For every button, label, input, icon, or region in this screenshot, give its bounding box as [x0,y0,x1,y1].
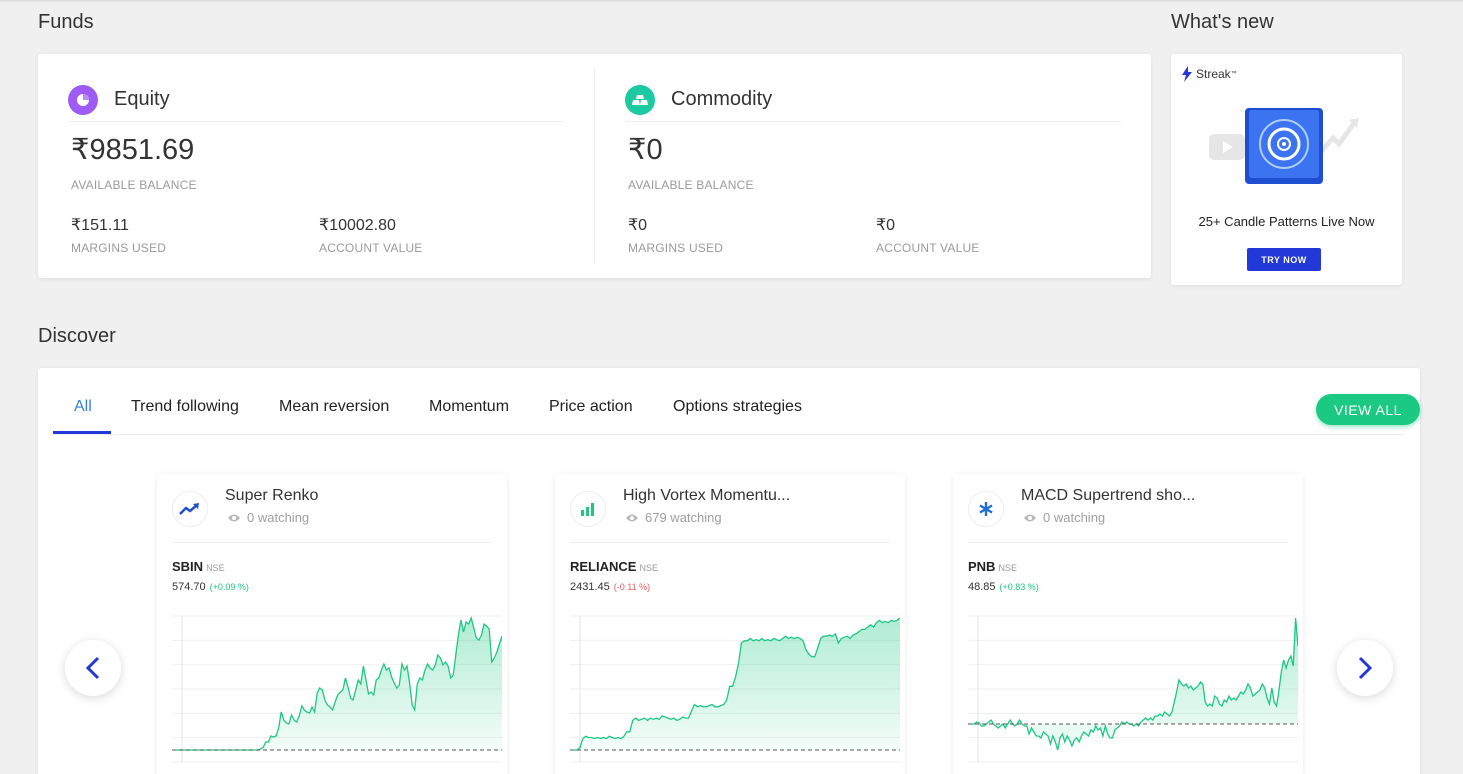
equity-balance-label: AVAILABLE BALANCE [71,178,197,192]
streak-logo: Streak ™ [1181,66,1237,82]
symbol-label: SBIN [172,559,204,574]
lightning-icon [1182,66,1192,82]
commodity-account-value: ₹0 [876,217,896,234]
chevron-right-icon [1358,656,1372,680]
price-sparkline-chart [968,615,1298,763]
funds-title: Funds [38,11,94,33]
carousel-prev-button[interactable] [65,640,121,696]
symbol-label: PNB [968,559,996,574]
top-shadow [0,0,1463,3]
instrument-price: 48.85 (+0.83 %) [968,581,1039,593]
instrument-price: 2431.45 (-0.11 %) [570,581,650,593]
commodity-header: Commodity [625,78,1121,122]
trending-up-icon [172,491,208,527]
watching-count-label: 679 watching [645,510,722,525]
equity-account-label: ACCOUNT VALUE [319,241,423,255]
symbol-label: RELIANCE [570,559,637,574]
view-all-button[interactable]: VIEW ALL [1316,394,1420,425]
chart-area [176,618,502,750]
streak-brand: Streak [1196,67,1231,81]
asterisk-icon [968,491,1004,527]
tab-trend-following[interactable]: Trend following [131,398,239,416]
price-change: (+0.83 %) [999,582,1039,592]
chart-line [972,617,1298,751]
exchange-label: NSE [998,563,1017,573]
watching-count-label: 0 watching [247,510,310,525]
strategy-name[interactable]: Super Renko [225,487,318,505]
equity-title: Equity [114,88,170,110]
watching-count: 0 watching [227,510,309,525]
chevron-left-icon [86,656,100,680]
exchange-label: NSE [206,563,225,573]
eye-icon [228,514,240,521]
equity-available-balance: ₹9851.69 [71,134,195,166]
price-change: (+0.09 %) [209,582,249,592]
eye-icon [1024,514,1036,521]
gold-bars-icon [625,84,655,115]
eye-icon [626,514,638,521]
tab-mean-reversion[interactable]: Mean reversion [279,398,389,416]
price-value: 2431.45 [570,581,610,593]
price-sparkline-chart [570,615,900,763]
discover-title: Discover [38,325,116,347]
chart-area [972,618,1298,750]
strategy-card[interactable]: High Vortex Momentu... 679 watching RELI… [555,474,905,774]
card-divider [570,542,890,543]
tab-all[interactable]: All [74,398,92,416]
equity-account-value: ₹10002.80 [319,217,396,234]
strategy-name[interactable]: High Vortex Momentu... [623,487,790,505]
commodity-available-balance: ₹0 [628,134,663,166]
discover-card: All Trend following Mean reversion Momen… [38,368,1420,774]
strategy-tabs: All Trend following Mean reversion Momen… [53,368,1420,435]
equity-header: Equity [68,78,564,122]
commodity-margins-label: MARGINS USED [628,241,724,255]
commodity-balance-label: AVAILABLE BALANCE [628,178,754,192]
equity-margins-used: ₹151.11 [71,217,129,234]
exchange-label: NSE [639,563,658,573]
tab-options-strategies[interactable]: Options strategies [673,398,802,416]
try-now-button[interactable]: TRY NOW [1247,248,1321,271]
whats-new-title: What's new [1171,11,1274,33]
whats-new-banner[interactable]: Streak ™ 25+ Candle Patterns Live Now TRY… [1171,54,1402,285]
active-tab-indicator [53,431,111,434]
price-value: 48.85 [968,581,996,593]
instrument-symbol: RELIANCE NSE [570,559,658,574]
tab-price-action[interactable]: Price action [549,398,633,416]
strategy-card[interactable]: MACD Supertrend sho... 0 watching PNB NSE… [953,474,1303,774]
strategy-name[interactable]: MACD Supertrend sho... [1021,487,1195,505]
promo-text: 25+ Candle Patterns Live Now [1198,214,1375,229]
price-change: (-0.11 %) [613,582,651,592]
equity-margins-label: MARGINS USED [71,241,167,255]
price-sparkline-chart [172,615,502,763]
streak-trademark: ™ [1230,71,1237,77]
card-divider [968,542,1288,543]
watching-count: 679 watching [625,510,722,525]
pie-chart-icon [68,84,98,115]
watching-count: 0 watching [1023,510,1105,525]
commodity-panel: Commodity ₹0 AVAILABLE BALANCE ₹0 MARGIN… [595,54,1151,278]
instrument-price: 574.70 (+0.09 %) [172,581,249,593]
commodity-title: Commodity [671,88,773,110]
candle-patterns-illustration [1209,108,1359,184]
strategy-card[interactable]: Super Renko 0 watching SBIN NSE 574.70 (+0… [157,474,507,774]
instrument-symbol: SBIN NSE [172,559,225,574]
card-divider [172,542,492,543]
instrument-symbol: PNB NSE [968,559,1017,574]
equity-panel: Equity ₹9851.69 AVAILABLE BALANCE ₹151.1… [38,54,594,278]
commodity-account-label: ACCOUNT VALUE [876,241,980,255]
carousel-next-button[interactable] [1337,640,1393,696]
watching-count-label: 0 watching [1043,510,1106,525]
tab-momentum[interactable]: Momentum [429,398,509,416]
commodity-margins-used: ₹0 [628,217,648,234]
bar-chart-icon [570,491,606,527]
price-value: 574.70 [172,581,206,593]
funds-card: Equity ₹9851.69 AVAILABLE BALANCE ₹151.1… [38,54,1151,278]
